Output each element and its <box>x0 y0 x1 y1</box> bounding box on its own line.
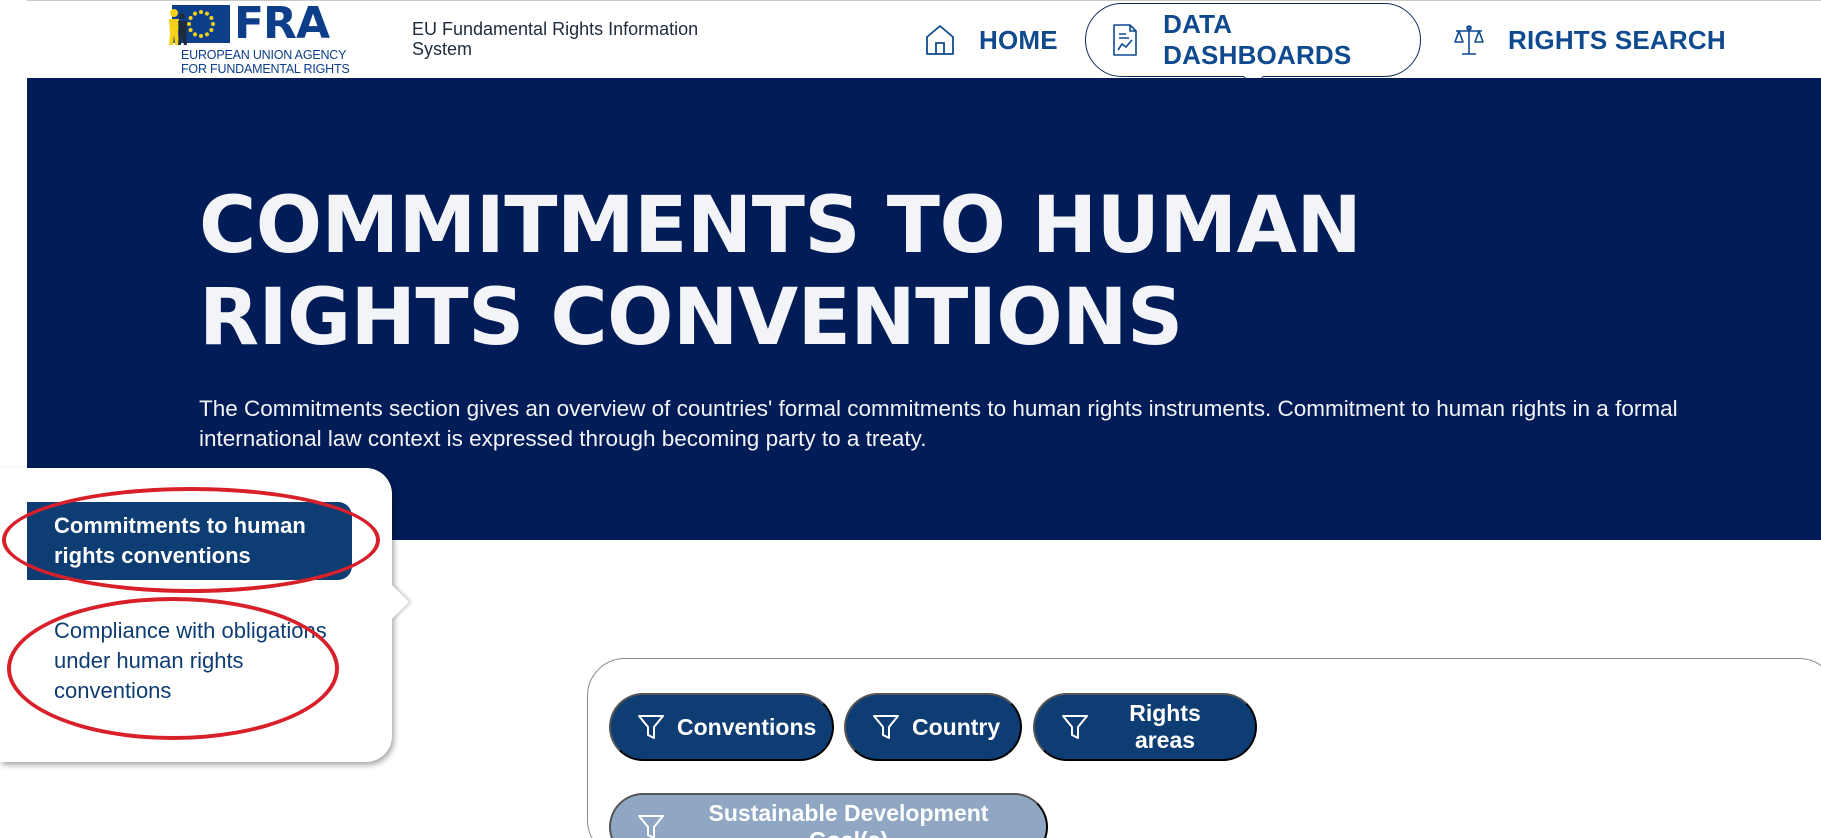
filter-sdg-button[interactable]: Sustainable Development Goal(s) <box>609 793 1048 838</box>
filter-icon <box>637 813 665 838</box>
people-icon <box>169 9 187 45</box>
eu-flag-icon <box>169 5 230 45</box>
filter-icon <box>1061 713 1089 741</box>
filter-conventions-label: Conventions <box>677 713 817 740</box>
filter-country-button[interactable]: Country <box>844 693 1022 761</box>
filter-icon <box>872 713 900 741</box>
logo-subtitle: EUROPEAN UNION AGENCY FOR FUNDAMENTAL RI… <box>181 48 350 76</box>
menu-item-commitments[interactable]: Commitments to human rights conventions <box>27 502 352 580</box>
logo-subtitle-line2: FOR FUNDAMENTAL RIGHTS <box>181 62 350 76</box>
filter-country-label: Country <box>912 713 1001 740</box>
filter-conventions-button[interactable]: Conventions <box>609 693 834 761</box>
nav-home-label: HOME <box>979 24 1058 55</box>
dashboard-report-icon <box>1108 23 1141 57</box>
system-title: EU Fundamental Rights Information System <box>412 19 699 59</box>
nav-data-dashboards-label: DATA DASHBOARDS <box>1163 9 1352 70</box>
page-description: The Commitments section gives an overvie… <box>199 396 1678 451</box>
nav-rights-search-label: RIGHTS SEARCH <box>1508 24 1726 55</box>
fra-logo[interactable]: FRA EUROPEAN UNION AGENCY FOR FUNDAMENTA… <box>169 0 352 76</box>
filter-icon <box>637 713 665 741</box>
home-icon <box>923 23 957 57</box>
logo-text: FRA <box>234 0 330 49</box>
section-menu: Commitments to human rights conventions … <box>0 468 392 762</box>
nav-rights-search-link[interactable]: RIGHTS SEARCH <box>1452 3 1726 77</box>
filter-rights-areas-button[interactable]: Rights areas <box>1033 693 1257 761</box>
filter-rights-areas-label: Rights areas <box>1129 700 1201 753</box>
logo-subtitle-line1: EUROPEAN UNION AGENCY <box>181 48 347 62</box>
filter-sdg-label: Sustainable Development Goal(s) <box>708 800 989 838</box>
nav-data-dashboards-link[interactable]: DATA DASHBOARDS <box>1085 3 1421 77</box>
logo-mark: FRA <box>169 0 330 49</box>
menu-item-compliance[interactable]: Compliance with obligations under human … <box>54 616 344 706</box>
page-title: COMMITMENTS TO HUMAN RIGHTS CONVENTIONS <box>199 181 1362 363</box>
scales-icon <box>1452 23 1486 57</box>
nav-home-link[interactable]: HOME <box>923 3 1058 77</box>
